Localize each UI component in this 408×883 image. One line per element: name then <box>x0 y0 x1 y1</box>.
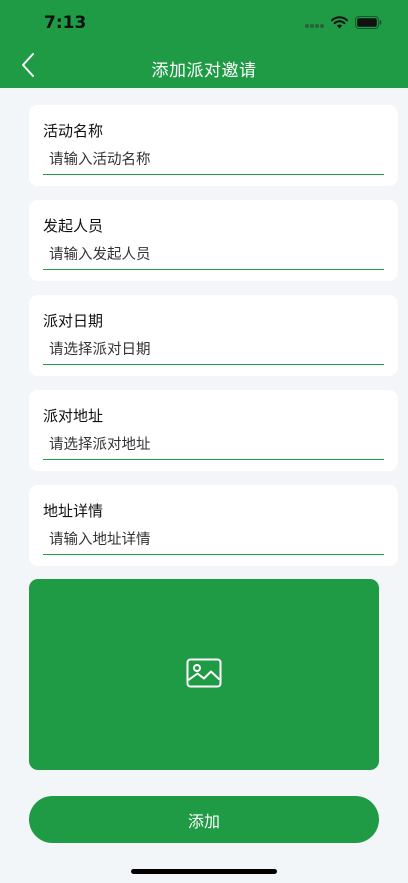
party-address-input[interactable] <box>43 430 384 460</box>
address-detail-input[interactable] <box>43 525 384 555</box>
party-date-card: 派对日期 <box>29 295 398 376</box>
party-date-input[interactable] <box>43 335 384 365</box>
activity-name-card: 活动名称 <box>29 105 398 186</box>
image-upload-area[interactable] <box>29 579 379 770</box>
battery-icon <box>355 14 382 33</box>
home-indicator <box>131 869 277 874</box>
organizer-input[interactable] <box>43 240 384 270</box>
status-time: 7:13 <box>44 13 87 33</box>
address-detail-label: 地址详情 <box>43 502 104 520</box>
address-detail-card: 地址详情 <box>29 485 398 566</box>
activity-name-label: 活动名称 <box>43 122 104 140</box>
organizer-label: 发起人员 <box>43 217 104 235</box>
organizer-card: 发起人员 <box>29 200 398 281</box>
status-icons <box>304 14 382 32</box>
status-bar: 7:13 <box>0 0 408 46</box>
party-date-label: 派对日期 <box>43 312 104 330</box>
signal-dots-icon <box>304 14 324 33</box>
nav-bar: 添加派对邀请 <box>0 46 408 88</box>
wifi-icon <box>331 14 348 33</box>
page-title: 添加派对邀请 <box>151 61 257 81</box>
add-button[interactable]: 添加 <box>29 796 379 843</box>
party-address-label: 派对地址 <box>43 407 104 425</box>
activity-name-input[interactable] <box>43 145 384 175</box>
party-address-card: 派对地址 <box>29 390 398 471</box>
image-icon <box>186 658 222 692</box>
